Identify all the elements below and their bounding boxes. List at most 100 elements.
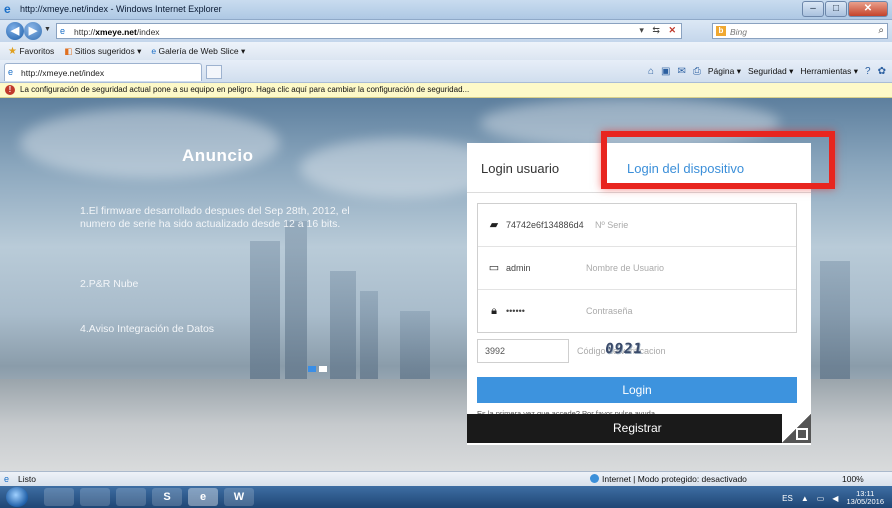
system-tray: ES ▲ ▭ ◀ 13:11 13/05/2016 (782, 490, 884, 506)
taskbar: S e W ES ▲ ▭ ◀ 13:11 13/05/2016 (0, 486, 892, 508)
announcement-item: 4.Aviso Integración de Datos (80, 323, 215, 335)
background-building (360, 291, 378, 381)
warning-shield-icon: ! (5, 85, 15, 95)
user-icon: ▭ (488, 262, 500, 274)
infobar-message: La configuración de seguridad actual pon… (20, 85, 470, 94)
clock[interactable]: 13:11 13/05/2016 (846, 490, 884, 506)
addon-icon[interactable]: ✿ (878, 66, 886, 77)
background-cloud (20, 108, 280, 178)
password-hint: Contraseña (586, 306, 633, 316)
volume-icon[interactable]: ◀ (832, 494, 838, 503)
announcement-item: 2.P&R Nube (80, 278, 139, 290)
taskbar-app-skype[interactable]: S (152, 488, 182, 506)
security-zone[interactable]: Internet | Modo protegido: desactivado (590, 474, 747, 484)
slider-dots (308, 366, 327, 372)
close-button[interactable]: ✕ (848, 1, 888, 17)
status-text: Listo (18, 474, 36, 484)
captcha-image[interactable]: 0921 (604, 341, 644, 357)
qr-code-icon[interactable] (782, 414, 811, 443)
username-value: admin (506, 263, 531, 273)
favorites-button[interactable]: ★ Favoritos (8, 46, 54, 57)
password-value: •••••• (506, 306, 525, 316)
back-button[interactable]: ◀ (6, 22, 24, 40)
slider-dot[interactable] (308, 366, 316, 372)
url-text[interactable]: http://xmeye.net/index (74, 27, 160, 37)
announcement-item: 1.El firmware desarrollado despues del S… (80, 205, 350, 230)
globe-icon (590, 474, 599, 483)
login-fields: ▰ 74742e6f134886d4 Nº Serie ▭ admin Nomb… (477, 203, 797, 333)
clock-date: 13/05/2016 (846, 497, 884, 506)
tab-bar: e http://xmeye.net/index ⌂ ▣ ✉ ⎙ Página … (0, 60, 892, 83)
login-button[interactable]: Login (477, 377, 797, 403)
tab-login-user[interactable]: Login usuario (481, 161, 559, 176)
address-bar: ◀ ▶ ▼ e http://xmeye.net/index ▾ ⇆ ✕ b B… (0, 20, 892, 42)
suggested-sites-icon: ◧ (64, 45, 73, 56)
background-building (250, 241, 280, 381)
url-buttons: ▾ ⇆ ✕ (639, 25, 679, 36)
register-button[interactable]: Registrar (467, 414, 811, 443)
username-field[interactable]: ▭ admin Nombre de Usuario (478, 247, 796, 290)
maximize-button[interactable]: □ (825, 1, 847, 17)
taskbar-app-explorer[interactable] (44, 488, 74, 506)
search-field[interactable]: b Bing ⌕ (712, 23, 888, 39)
password-field[interactable]: 🔒︎ •••••• Contraseña (478, 290, 796, 333)
history-dropdown-icon[interactable]: ▼ (44, 26, 51, 33)
start-button[interactable] (6, 487, 28, 507)
refresh-icon[interactable]: ⇆ (652, 25, 663, 35)
print-icon[interactable]: ⎙ (693, 66, 701, 77)
taskbar-app-word[interactable]: W (224, 488, 254, 506)
page-menu[interactable]: Página ▾ (708, 66, 741, 77)
url-dropdown-icon[interactable]: ▾ (639, 25, 647, 35)
register-label: Registrar (613, 421, 662, 435)
background-building (285, 221, 307, 381)
web-slice-gallery-link[interactable]: e Galería de Web Slice ▾ (151, 46, 245, 57)
tab-xmeye[interactable]: e http://xmeye.net/index (4, 63, 202, 81)
stop-icon[interactable]: ✕ (668, 25, 679, 35)
security-infobar[interactable]: ! La configuración de seguridad actual p… (0, 83, 892, 98)
forward-button[interactable]: ▶ (24, 22, 42, 40)
taskbar-app-chrome[interactable] (80, 488, 110, 506)
zoom-level[interactable]: 100% (842, 474, 864, 484)
feeds-icon[interactable]: ▣ (661, 66, 670, 77)
mail-icon[interactable]: ✉ (678, 66, 686, 77)
tab-page-icon: e (8, 67, 14, 77)
url-field[interactable]: e http://xmeye.net/index ▾ ⇆ ✕ (56, 23, 682, 39)
username-hint: Nombre de Usuario (586, 263, 665, 273)
serial-number-value: 74742e6f134886d4 (506, 220, 584, 230)
taskbar-app-ie[interactable]: e (188, 488, 218, 506)
serial-number-field[interactable]: ▰ 74742e6f134886d4 Nº Serie (478, 204, 796, 247)
slider-dot[interactable] (319, 366, 327, 372)
minimize-button[interactable]: – (802, 1, 824, 17)
bing-icon: b (716, 26, 726, 36)
star-icon: ★ (8, 45, 17, 57)
network-icon[interactable]: ▭ (817, 494, 825, 503)
window-title: http://xmeye.net/index - Windows Interne… (20, 4, 222, 14)
home-icon[interactable]: ⌂ (648, 66, 654, 77)
favorites-bar: ★ Favoritos ◧ Sitios sugeridos ▾ e Galer… (0, 42, 892, 60)
suggested-sites-link[interactable]: ◧ Sitios sugeridos ▾ (64, 46, 141, 57)
window-controls: – □ ✕ (802, 1, 888, 17)
command-bar: ⌂ ▣ ✉ ⎙ Página ▾ Seguridad ▾ Herramienta… (648, 66, 886, 77)
background-building (820, 261, 850, 381)
highlight-annotation (601, 131, 835, 189)
help-icon[interactable]: ? (865, 66, 871, 77)
background-building (400, 311, 430, 381)
language-indicator[interactable]: ES (782, 494, 793, 503)
tools-menu[interactable]: Herramientas ▾ (800, 66, 858, 77)
tab-label: http://xmeye.net/index (21, 68, 105, 78)
search-placeholder: Bing (730, 27, 748, 37)
security-menu[interactable]: Seguridad ▾ (748, 66, 793, 77)
camera-icon: ▰ (489, 219, 499, 231)
verification-code-input[interactable]: 3992 (477, 339, 569, 363)
new-tab-button[interactable] (206, 65, 222, 79)
status-page-icon: e (4, 474, 10, 484)
taskbar-app-media[interactable] (116, 488, 146, 506)
tray-arrow-icon[interactable]: ▲ (801, 494, 809, 503)
page-icon: e (60, 26, 66, 36)
serial-number-hint: Nº Serie (595, 220, 629, 230)
search-icon[interactable]: ⌕ (878, 25, 884, 36)
window-titlebar: e http://xmeye.net/index - Windows Inter… (0, 0, 892, 20)
lock-icon: 🔒︎ (491, 305, 497, 317)
verification-row: 3992 Código de verificacion 0921 (477, 339, 797, 363)
web-slice-icon: e (151, 45, 157, 56)
